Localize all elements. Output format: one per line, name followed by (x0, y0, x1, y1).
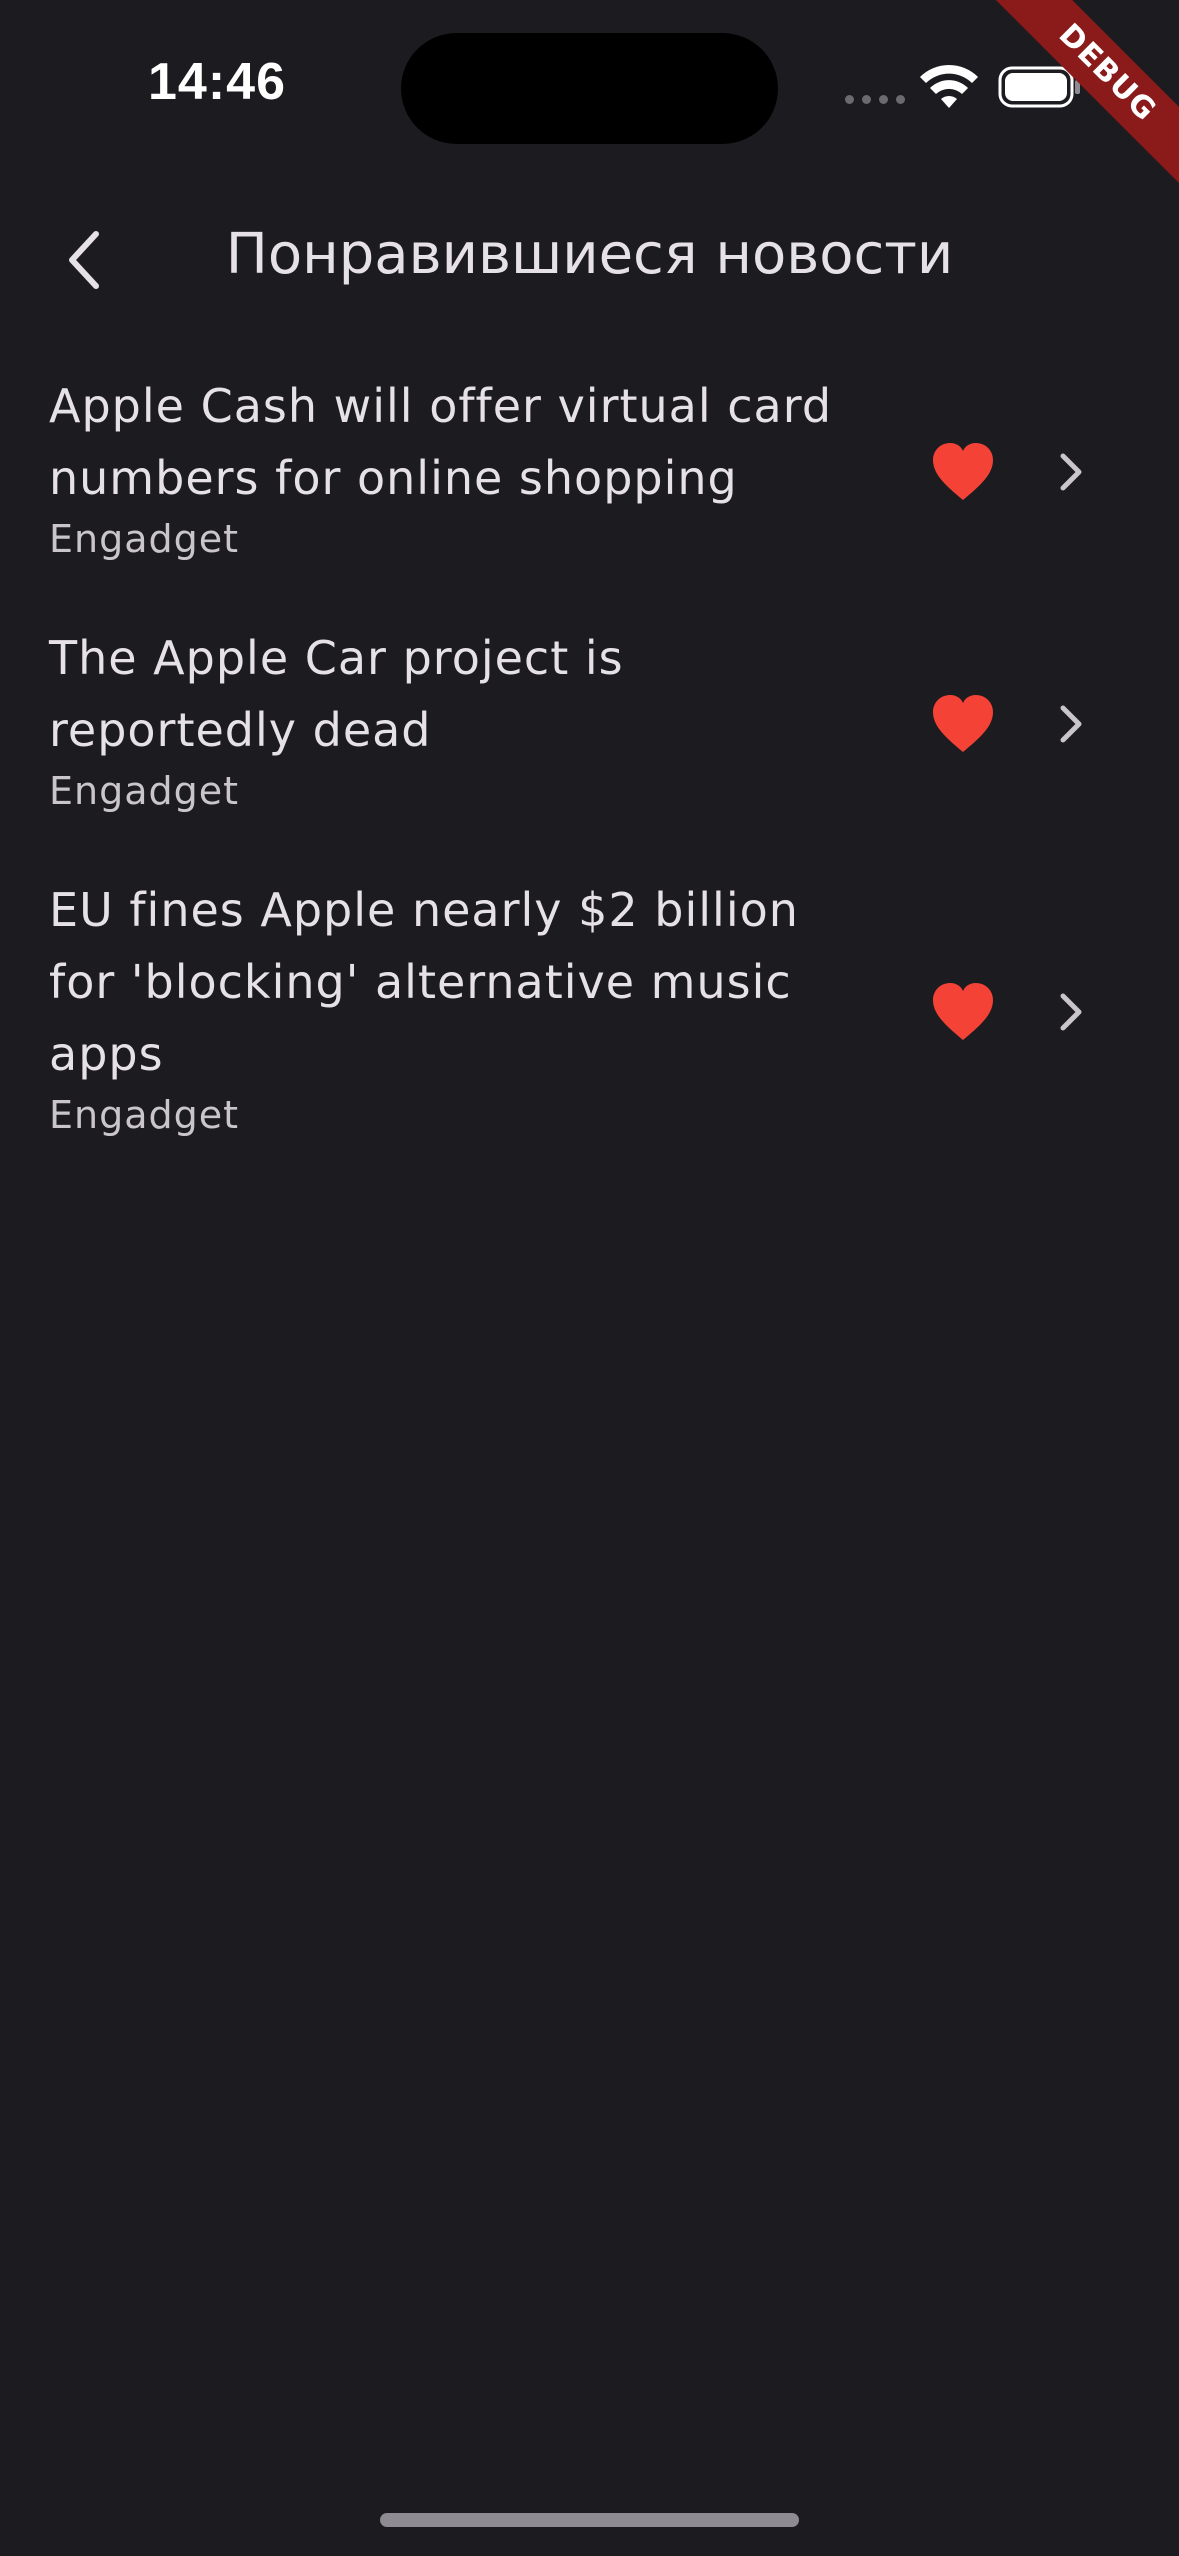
heart-icon[interactable] (931, 442, 995, 502)
news-title: Apple Cash will offer virtual card numbe… (49, 370, 879, 514)
news-title-line: Apple Cash will offer virtual card (49, 379, 833, 433)
news-title-line: EU fines Apple nearly $2 billion (49, 883, 799, 937)
cellular-signal-icon (845, 95, 905, 104)
battery-icon (998, 66, 1080, 108)
news-title: The Apple Car project is reportedly dead (49, 622, 879, 766)
news-text: The Apple Car project is reportedly dead… (49, 622, 879, 816)
news-title-line: The Apple Car project is (49, 631, 624, 685)
chevron-right-icon[interactable] (1055, 992, 1087, 1032)
news-item[interactable]: EU fines Apple nearly $2 billion for 'bl… (0, 874, 1179, 1156)
home-indicator[interactable] (380, 2513, 799, 2527)
page-title: Понравившиеся новости (225, 222, 954, 287)
news-item[interactable]: The Apple Car project is reportedly dead… (0, 622, 1179, 832)
news-text: Apple Cash will offer virtual card numbe… (49, 370, 879, 564)
news-source: Engadget (49, 1093, 240, 1137)
app-screen: 14:46 DEBUG Понравившиеся новости Apple … (0, 0, 1179, 2556)
news-source: Engadget (49, 517, 240, 561)
wifi-icon (920, 64, 978, 108)
news-source: Engadget (49, 769, 240, 813)
dynamic-island (401, 33, 778, 144)
news-title-line: reportedly dead (49, 703, 432, 757)
news-text: EU fines Apple nearly $2 billion for 'bl… (49, 874, 879, 1140)
news-title-line: apps (49, 1027, 164, 1081)
news-title-line: for 'blocking' alternative music (49, 955, 792, 1009)
chevron-right-icon[interactable] (1055, 452, 1087, 492)
news-item[interactable]: Apple Cash will offer virtual card numbe… (0, 370, 1179, 580)
heart-icon[interactable] (931, 982, 995, 1042)
news-title: EU fines Apple nearly $2 billion for 'bl… (49, 874, 879, 1090)
status-time: 14:46 (148, 53, 286, 111)
heart-icon[interactable] (931, 694, 995, 754)
chevron-right-icon[interactable] (1055, 704, 1087, 744)
news-title-line: numbers for online shopping (49, 451, 738, 505)
